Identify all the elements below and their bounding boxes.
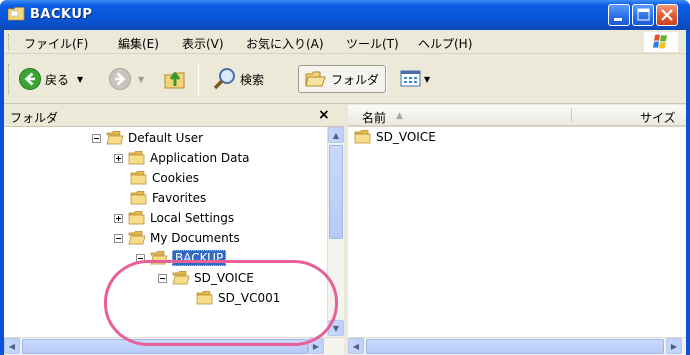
search-button[interactable]: 検索 bbox=[212, 65, 264, 93]
folder-pane-close-button[interactable]: × bbox=[318, 107, 330, 123]
folder-window-icon bbox=[8, 7, 25, 21]
close-icon bbox=[661, 9, 673, 21]
scroll-left-arrow-icon: ◀ bbox=[352, 341, 360, 351]
list-item-name: SD_VOICE bbox=[376, 130, 436, 144]
file-list: SD_VOICE bbox=[348, 127, 686, 337]
forward-dropdown-icon[interactable]: ▼ bbox=[138, 75, 144, 84]
tree-node[interactable]: Favorites bbox=[130, 189, 206, 207]
menu-view[interactable]: 表示(V) bbox=[182, 35, 224, 52]
file-list-header: 名前 ▲ サイズ bbox=[348, 105, 686, 127]
folder-icon bbox=[128, 151, 145, 165]
tree-node[interactable]: Cookies bbox=[130, 169, 199, 187]
expand-icon[interactable] bbox=[114, 213, 123, 223]
open-folder-icon bbox=[128, 231, 146, 245]
scroll-thumb-horizontal[interactable] bbox=[366, 339, 664, 354]
toolbar-grip[interactable] bbox=[8, 64, 11, 94]
tree-node[interactable]: My Documents bbox=[114, 229, 240, 247]
scroll-thumb[interactable] bbox=[329, 145, 343, 239]
minimize-button[interactable] bbox=[608, 4, 630, 26]
column-name[interactable]: 名前 bbox=[362, 109, 386, 126]
folders-label: フォルダ bbox=[331, 72, 380, 87]
scroll-down-arrow-icon: ▼ bbox=[332, 323, 340, 333]
standard-toolbar: 戻る ▼ ▼ 検索 フォルダ ▼ bbox=[4, 54, 686, 104]
scroll-right-arrow-icon: ▶ bbox=[670, 341, 678, 351]
sort-ascending-icon: ▲ bbox=[396, 111, 403, 121]
back-button[interactable]: 戻る ▼ bbox=[18, 65, 83, 93]
list-item[interactable]: SD_VOICE bbox=[354, 129, 436, 145]
views-dropdown-icon[interactable]: ▼ bbox=[424, 75, 430, 84]
up-folder-button[interactable] bbox=[162, 65, 188, 93]
forward-arrow-icon bbox=[109, 68, 131, 90]
tree-node[interactable]: Local Settings bbox=[114, 209, 234, 227]
collapse-icon[interactable] bbox=[92, 133, 101, 143]
close-button[interactable] bbox=[656, 4, 678, 26]
tree-node[interactable]: Default User bbox=[92, 129, 203, 147]
maximize-icon bbox=[637, 8, 650, 21]
folder-icon bbox=[130, 171, 147, 185]
toolbar-separator bbox=[386, 63, 387, 95]
folders-button[interactable]: フォルダ bbox=[298, 65, 387, 93]
window-title: BACKUP bbox=[30, 7, 93, 22]
search-label: 検索 bbox=[240, 72, 265, 87]
back-label: 戻る bbox=[45, 72, 70, 87]
expand-icon[interactable] bbox=[114, 153, 123, 163]
scroll-right-arrow-icon: ▶ bbox=[312, 341, 320, 351]
menu-tools[interactable]: ツール(T) bbox=[346, 35, 399, 52]
menu-edit[interactable]: 編集(E) bbox=[118, 35, 159, 52]
tree-node[interactable]: Application Data bbox=[114, 149, 250, 167]
search-icon bbox=[213, 68, 235, 90]
up-folder-icon bbox=[164, 71, 185, 89]
folder-pane-title: フォルダ bbox=[10, 111, 59, 125]
open-folder-icon bbox=[106, 131, 124, 145]
tree-node-label: My Documents bbox=[150, 231, 240, 245]
maximize-button[interactable] bbox=[632, 4, 654, 26]
windows-logo bbox=[644, 32, 678, 52]
menu-help[interactable]: ヘルプ(H) bbox=[418, 35, 472, 52]
back-dropdown-icon[interactable]: ▼ bbox=[77, 75, 83, 84]
title-bar[interactable]: BACKUP bbox=[0, 0, 690, 30]
scroll-up-arrow-icon: ▲ bbox=[332, 130, 340, 140]
minimize-icon bbox=[614, 18, 622, 21]
menu-favorites[interactable]: お気に入り(A) bbox=[246, 35, 324, 52]
scroll-left-button[interactable]: ◀ bbox=[348, 338, 364, 354]
forward-button[interactable]: ▼ bbox=[108, 65, 144, 93]
tree-node-label: Application Data bbox=[150, 151, 250, 165]
collapse-icon[interactable] bbox=[114, 233, 123, 243]
windows-flag-icon bbox=[653, 34, 667, 49]
column-separator[interactable] bbox=[571, 108, 572, 123]
tree-node-label: Favorites bbox=[152, 191, 207, 205]
folder-icon bbox=[128, 211, 145, 225]
scroll-left-button[interactable]: ◀ bbox=[4, 338, 20, 354]
tree-node-label: Local Settings bbox=[150, 211, 235, 225]
folders-icon bbox=[305, 71, 326, 87]
menu-file[interactable]: ファイル(F) bbox=[24, 35, 88, 52]
scroll-left-arrow-icon: ◀ bbox=[8, 341, 16, 351]
folder-icon bbox=[354, 130, 371, 144]
scroll-up-button[interactable]: ▲ bbox=[328, 127, 344, 143]
views-grid-icon bbox=[400, 70, 421, 87]
menu-bar: ファイル(F) 編集(E) 表示(V) お気に入り(A) ツール(T) ヘルプ(… bbox=[4, 30, 686, 54]
scroll-right-button[interactable]: ▶ bbox=[666, 338, 682, 354]
menu-grip[interactable] bbox=[8, 34, 11, 50]
tree-node-label: Default User bbox=[128, 131, 204, 145]
toolbar-separator bbox=[198, 63, 199, 95]
tree-node-label: Cookies bbox=[152, 171, 199, 185]
folder-pane-header: フォルダ × bbox=[4, 105, 344, 127]
file-list-horizontal-scrollbar[interactable]: ◀ ▶ bbox=[348, 337, 686, 355]
back-arrow-icon bbox=[19, 68, 41, 90]
column-size[interactable]: サイズ bbox=[640, 109, 676, 126]
highlight-ring bbox=[104, 260, 338, 346]
views-button[interactable]: ▼ bbox=[400, 65, 430, 93]
folder-icon bbox=[130, 191, 147, 205]
